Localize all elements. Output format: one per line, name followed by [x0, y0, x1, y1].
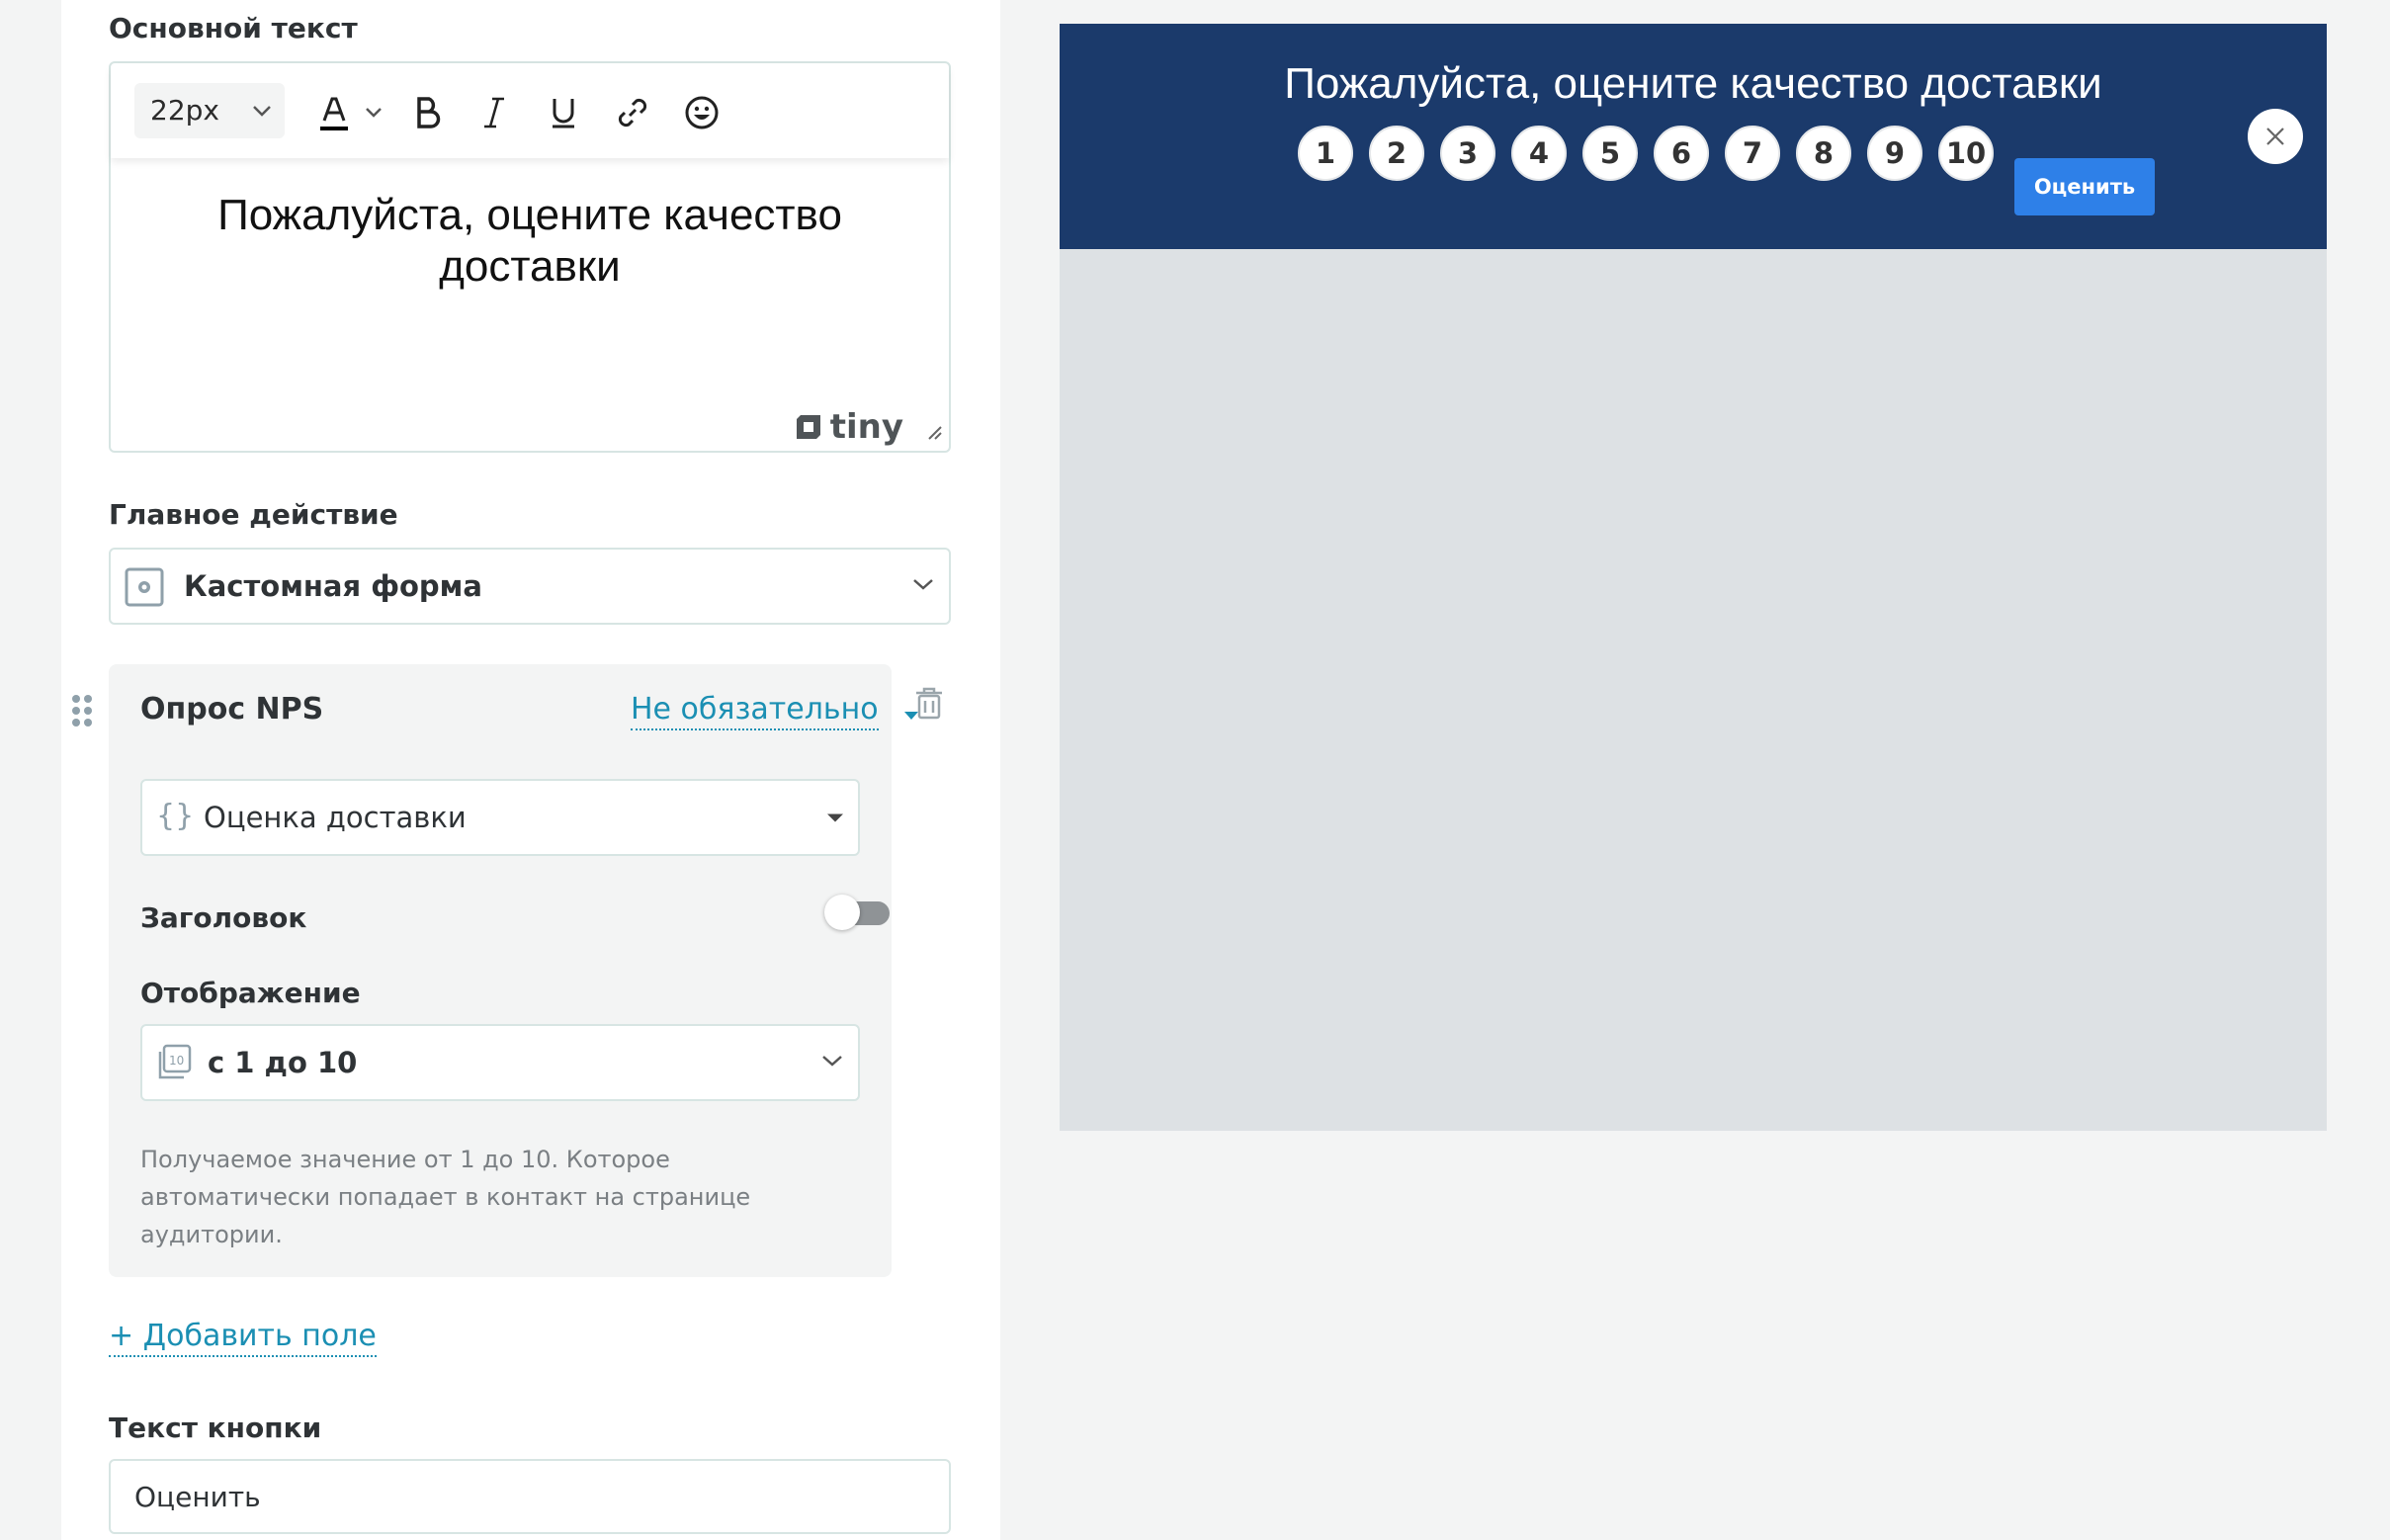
- nps-title: Опрос NPS: [140, 692, 324, 727]
- close-icon[interactable]: [2248, 109, 2303, 164]
- add-field-link[interactable]: + Добавить поле: [109, 1319, 377, 1357]
- main-action-value: Кастомная форма: [184, 569, 482, 603]
- settings-panel: Основной текст 22px Пожалуйста, оцените …: [61, 0, 1000, 1540]
- font-size-value: 22px: [150, 94, 219, 127]
- nps-field-block: Опрос NPS Не обязательно {} Оценка доста…: [109, 664, 918, 1277]
- score-button[interactable]: 6: [1651, 123, 1712, 184]
- score-button[interactable]: 8: [1793, 123, 1854, 184]
- font-size-select[interactable]: 22px: [134, 83, 285, 138]
- nps-hint-text: Получаемое значение от 1 до 10. Которое …: [140, 1146, 751, 1248]
- tiny-brand-text: tiny: [829, 407, 903, 447]
- display-select[interactable]: 10 с 1 до 10: [140, 1024, 860, 1101]
- header-label: Заголовок: [140, 901, 307, 934]
- button-text-label: Текст кнопки: [109, 1412, 322, 1444]
- main-action-select[interactable]: Кастомная форма: [109, 548, 951, 625]
- score-button[interactable]: 9: [1864, 123, 1925, 184]
- editor-content[interactable]: Пожалуйста, оцените качество доставки: [150, 190, 909, 293]
- caret-down-icon: [826, 809, 844, 827]
- svg-text:10: 10: [169, 1054, 184, 1068]
- score-button[interactable]: 4: [1508, 123, 1570, 184]
- rich-text-editor[interactable]: 22px Пожалуйста, оцените качество достав…: [109, 61, 951, 453]
- toggle-knob: [824, 895, 860, 930]
- drag-handle-icon[interactable]: [71, 694, 93, 731]
- score-row: 1 2 3 4 5 6 7 8 9 10: [1295, 123, 2006, 184]
- resize-handle-icon[interactable]: [925, 423, 943, 445]
- chevron-down-icon: [911, 576, 935, 596]
- display-label: Отображение: [140, 977, 361, 1009]
- text-color-icon[interactable]: [312, 91, 356, 134]
- score-button[interactable]: 10: [1935, 123, 1997, 184]
- chevron-down-icon: [820, 1053, 844, 1072]
- underline-icon[interactable]: [542, 91, 585, 134]
- score-button[interactable]: 7: [1722, 123, 1783, 184]
- nps-variable-select[interactable]: {} Оценка доставки: [140, 779, 860, 856]
- chevron-down-icon: [249, 83, 275, 157]
- tiny-logo-icon: [796, 415, 820, 439]
- italic-icon[interactable]: [472, 91, 516, 134]
- main-action-label: Главное действие: [109, 498, 398, 531]
- braces-icon: {}: [156, 799, 195, 833]
- nps-banner-preview: Пожалуйста, оцените качество доставки 1 …: [1060, 24, 2327, 249]
- banner-title: Пожалуйста, оцените качество доставки: [1284, 59, 2102, 108]
- submit-rating-button[interactable]: Оценить: [2014, 158, 2155, 215]
- nps-variable-value: Оценка доставки: [204, 801, 467, 834]
- display-value: с 1 до 10: [208, 1046, 358, 1079]
- preview-canvas: Пожалуйста, оцените качество доставки 1 …: [1060, 24, 2327, 1131]
- scale-icon: 10: [156, 1044, 192, 1085]
- header-toggle[interactable]: [824, 895, 890, 930]
- score-button[interactable]: 5: [1579, 123, 1641, 184]
- score-button[interactable]: 3: [1437, 123, 1498, 184]
- form-settings-icon: [125, 567, 164, 611]
- button-text-input[interactable]: [109, 1459, 951, 1534]
- trash-icon[interactable]: [913, 686, 945, 724]
- chevron-down-icon[interactable]: [362, 91, 385, 134]
- link-icon[interactable]: [611, 91, 654, 134]
- required-toggle-link[interactable]: Не обязательно: [631, 692, 879, 730]
- editor-toolbar: 22px: [111, 63, 949, 158]
- score-button[interactable]: 1: [1295, 123, 1356, 184]
- main-text-label: Основной текст: [109, 12, 358, 44]
- emoji-icon[interactable]: [680, 91, 724, 134]
- bold-icon[interactable]: [405, 91, 449, 134]
- score-button[interactable]: 2: [1366, 123, 1427, 184]
- tiny-logo: tiny: [793, 407, 903, 447]
